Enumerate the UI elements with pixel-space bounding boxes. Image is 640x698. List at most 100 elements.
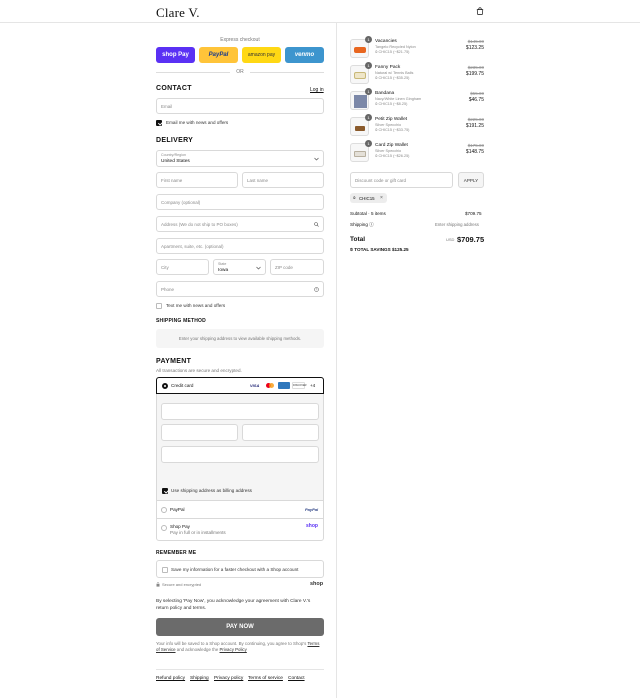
payment-heading: PAYMENT <box>156 358 192 365</box>
express-checkout-label: Express checkout <box>220 37 260 43</box>
cart-item: 1 Card Zip Wallet Silver Specchio ⦸ CHIC… <box>350 140 484 165</box>
item-discount: ⦸ CHIC15 (−$35.25) <box>375 76 410 80</box>
remove-discount-icon[interactable]: × <box>380 195 383 201</box>
discover-icon: DISCOVER <box>292 382 307 389</box>
svg-text:?: ? <box>316 288 318 292</box>
privacy-link[interactable]: Privacy Policy <box>220 647 247 652</box>
text-news-checkbox[interactable] <box>156 303 162 309</box>
order-summary: 1 Vacancies Tangelo Recycled Nylon ⦸ CHI… <box>337 23 640 698</box>
email-field[interactable]: Email <box>156 98 324 114</box>
remember-me-box[interactable]: Save my information for a faster checkou… <box>156 560 324 578</box>
cart-item: 1 Fanny Pack Natural w/ Tennis Balls ⦸ C… <box>350 62 484 87</box>
name-on-card-field[interactable] <box>161 446 319 463</box>
credit-card-option[interactable]: Credit card VISA DISCOVER +4 <box>156 377 324 394</box>
more-cards-count: +4 <box>310 383 316 388</box>
contact-link[interactable]: Contact <box>288 676 305 681</box>
country-select[interactable]: Country/Region United States <box>156 150 324 167</box>
terms-of-service-link[interactable]: Terms of service <box>248 676 283 681</box>
quantity-badge: 1 <box>365 62 372 69</box>
expiration-field[interactable] <box>161 424 238 441</box>
venmo-button[interactable]: venmo <box>285 47 324 63</box>
brand-logo[interactable]: Clare V. <box>156 5 200 21</box>
secure-label: Secure and encrypted <box>162 582 202 587</box>
footer-divider <box>156 669 324 670</box>
shop-pay-button[interactable]: shop Pay <box>156 47 195 63</box>
paypal-button[interactable]: PayPal <box>199 47 238 63</box>
contact-heading: CONTACT <box>156 85 192 92</box>
paypal-option[interactable]: PayPal PayPal <box>156 500 324 518</box>
quantity-badge: 1 <box>365 36 372 43</box>
last-name-field[interactable]: Last name <box>242 172 324 188</box>
remember-me-heading: REMEMBER ME <box>156 550 197 556</box>
shop-pay-option[interactable]: Shop Pay Pay in full or in installments … <box>156 518 324 541</box>
payment-secure-note: All transactions are secure and encrypte… <box>156 368 242 373</box>
quantity-badge: 1 <box>365 140 372 147</box>
security-code-field[interactable] <box>242 424 319 441</box>
shop-pay-radio[interactable] <box>161 525 167 531</box>
chevron-down-icon <box>256 266 261 270</box>
paypal-logo: PayPal <box>305 507 319 512</box>
save-info-checkbox[interactable] <box>162 567 168 573</box>
info-icon[interactable]: ⓘ <box>369 222 374 227</box>
company-field[interactable]: Company (optional) <box>156 194 324 210</box>
item-discount: ⦸ CHIC15 (−$33.75) <box>375 128 410 132</box>
mastercard-icon <box>265 383 275 389</box>
shopping-bag-icon[interactable] <box>476 7 484 15</box>
shipping-value: Enter shipping address <box>435 222 479 227</box>
refund-policy-link[interactable]: Refund policy <box>156 676 185 681</box>
state-select[interactable]: State Iowa <box>213 259 266 275</box>
shop-logo: shop <box>306 523 318 529</box>
lock-icon <box>156 582 160 587</box>
item-discount: ⦸ CHIC15 (−$21.75) <box>375 50 410 54</box>
visa-icon: VISA <box>250 383 260 388</box>
quantity-badge: 1 <box>365 114 372 121</box>
currency-label: USD <box>446 237 455 242</box>
chevron-down-icon <box>314 157 319 161</box>
credit-card-radio[interactable] <box>162 383 168 389</box>
amazon-pay-button[interactable]: amazon pay <box>242 47 281 63</box>
shop-account-note: Your info will be saved to a Shop accoun… <box>156 641 320 652</box>
phone-field[interactable]: Phone ? <box>156 281 324 297</box>
or-divider: OR <box>156 69 324 77</box>
help-icon[interactable]: ? <box>314 287 319 292</box>
item-discount: ⦸ CHIC15 (−$26.25) <box>375 154 410 158</box>
cart-item: 1 Vacancies Tangelo Recycled Nylon ⦸ CHI… <box>350 36 484 61</box>
billing-same-checkbox[interactable] <box>162 488 168 494</box>
cart-item: 1 Petit Zip Wallet Silver Specchio ⦸ CHI… <box>350 114 484 139</box>
shipping-label: Shipping ⓘ <box>350 222 374 227</box>
billing-same-label: Use shipping address as billing address <box>171 488 252 493</box>
city-field[interactable]: City <box>156 259 209 275</box>
savings-tag-icon: ⦸ <box>350 247 353 252</box>
discount-code-input[interactable]: Discount code or gift card <box>350 172 453 188</box>
search-icon <box>314 222 319 227</box>
shipping-link[interactable]: Shipping <box>190 676 209 681</box>
tag-icon: ⦸ <box>353 195 356 200</box>
email-news-checkbox[interactable] <box>156 120 162 126</box>
pay-now-button[interactable]: PAY NOW <box>156 618 324 636</box>
subtotal-label: Subtotal · 5 items <box>350 211 386 216</box>
first-name-field[interactable]: First name <box>156 172 238 188</box>
login-link[interactable]: Log in <box>310 87 324 93</box>
total-savings: ⦸ TOTAL SAVINGS $125.25 <box>350 247 409 252</box>
text-news-label: Text me with news and offers <box>166 303 226 308</box>
card-number-field[interactable] <box>161 403 319 420</box>
privacy-policy-link[interactable]: Privacy policy <box>214 676 243 681</box>
cart-item: 1 Bandana Navy/White Linen Gingham ⦸ CHI… <box>350 88 484 113</box>
shipping-method-placeholder: Enter your shipping address to view avai… <box>156 329 324 348</box>
total-label: Total <box>350 236 366 243</box>
email-news-label: Email me with news and offers <box>166 120 229 125</box>
apply-button[interactable]: APPLY <box>458 172 484 188</box>
card-details-panel: Use shipping address as billing address <box>157 394 323 500</box>
apartment-field[interactable]: Apartment, suite, etc. (optional) <box>156 238 324 254</box>
applied-discount-tag: ⦸ CHIC15 × <box>350 193 387 203</box>
site-header: Clare V. <box>0 0 640 23</box>
agreement-text: By selecting 'Pay Now', you acknowledge … <box>156 599 311 611</box>
shipping-method-heading: SHIPPING METHOD <box>156 318 206 324</box>
shop-logo-footer: shop <box>310 581 324 587</box>
total-value: $709.75 <box>457 235 485 244</box>
subtotal-value: $709.75 <box>465 211 482 216</box>
paypal-radio[interactable] <box>161 507 167 513</box>
address-field[interactable]: Address (We do not ship to PO boxes) <box>156 216 324 232</box>
zip-field[interactable]: ZIP code <box>270 259 324 275</box>
quantity-badge: 1 <box>365 88 372 95</box>
